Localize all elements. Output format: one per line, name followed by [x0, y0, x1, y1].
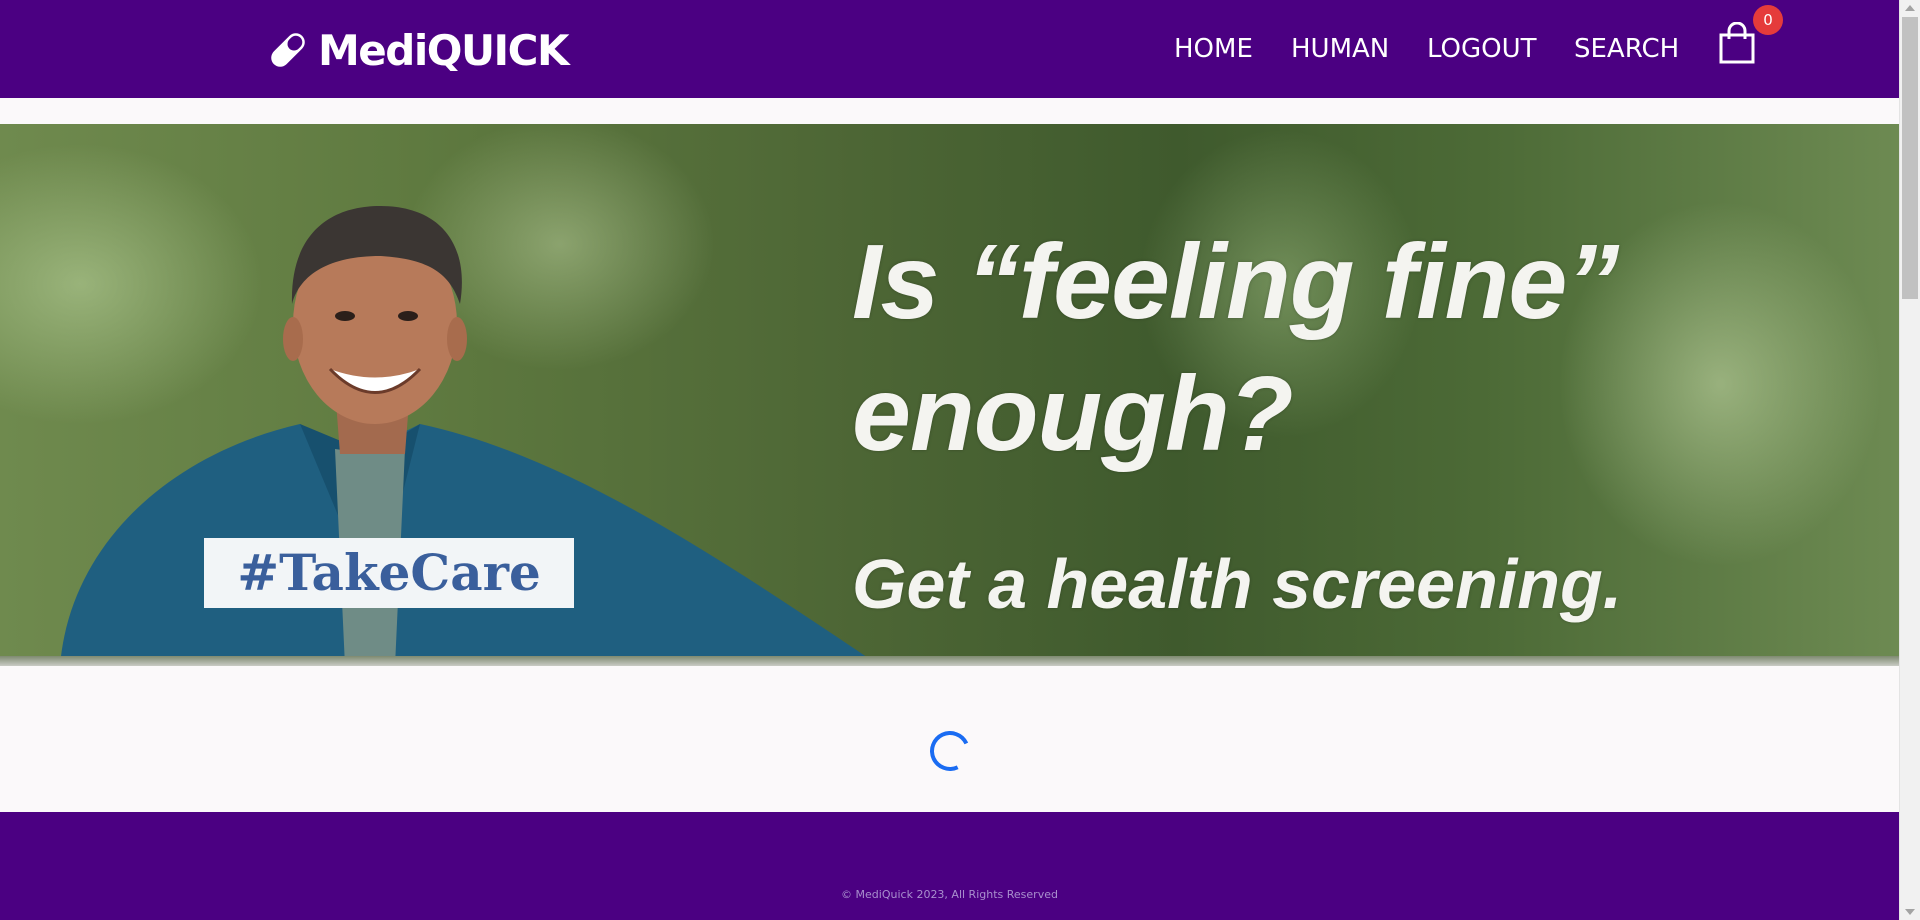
scroll-up-arrow-icon[interactable]: [1905, 5, 1915, 11]
copyright-text: © MediQuick 2023, All Rights Reserved: [841, 888, 1058, 901]
brand-link[interactable]: MediQUICK: [266, 22, 570, 78]
hero-headline-line2: enough?: [852, 355, 1293, 473]
hero-headline: Is “feeling fine” enough?: [852, 216, 1752, 480]
hero-subline: Get a health screening.: [852, 545, 1623, 623]
scrollbar-thumb[interactable]: [1902, 17, 1918, 299]
nav-search[interactable]: SEARCH: [1574, 30, 1679, 68]
footer: © MediQuick 2023, All Rights Reserved: [0, 812, 1899, 920]
nav-home[interactable]: HOME: [1174, 30, 1253, 68]
cart-count-badge: 0: [1753, 5, 1783, 35]
nav-logout[interactable]: LOGOUT: [1427, 30, 1537, 68]
pill-icon: [271, 33, 305, 67]
takecare-hashtag: #TakeCare: [204, 538, 574, 608]
page: MediQUICK HOME HUMAN LOGOUT SEARCH 0 #Ta…: [0, 0, 1899, 920]
scroll-down-arrow-icon[interactable]: [1905, 909, 1915, 915]
cart-button[interactable]: [1717, 22, 1759, 66]
navbar: MediQUICK HOME HUMAN LOGOUT SEARCH 0: [0, 0, 1899, 98]
hero-headline-line1: Is “feeling fine”: [852, 223, 1619, 341]
hero-banner: #TakeCare Is “feeling fine” enough? Get …: [0, 124, 1899, 666]
loading-spinner: [924, 725, 976, 777]
brand-name: MediQUICK: [318, 25, 570, 75]
hero-bottom-edge: [0, 656, 1899, 666]
shopping-bag-icon: [1719, 22, 1755, 64]
nav-human[interactable]: HUMAN: [1291, 30, 1389, 68]
vertical-scrollbar[interactable]: [1899, 0, 1920, 920]
